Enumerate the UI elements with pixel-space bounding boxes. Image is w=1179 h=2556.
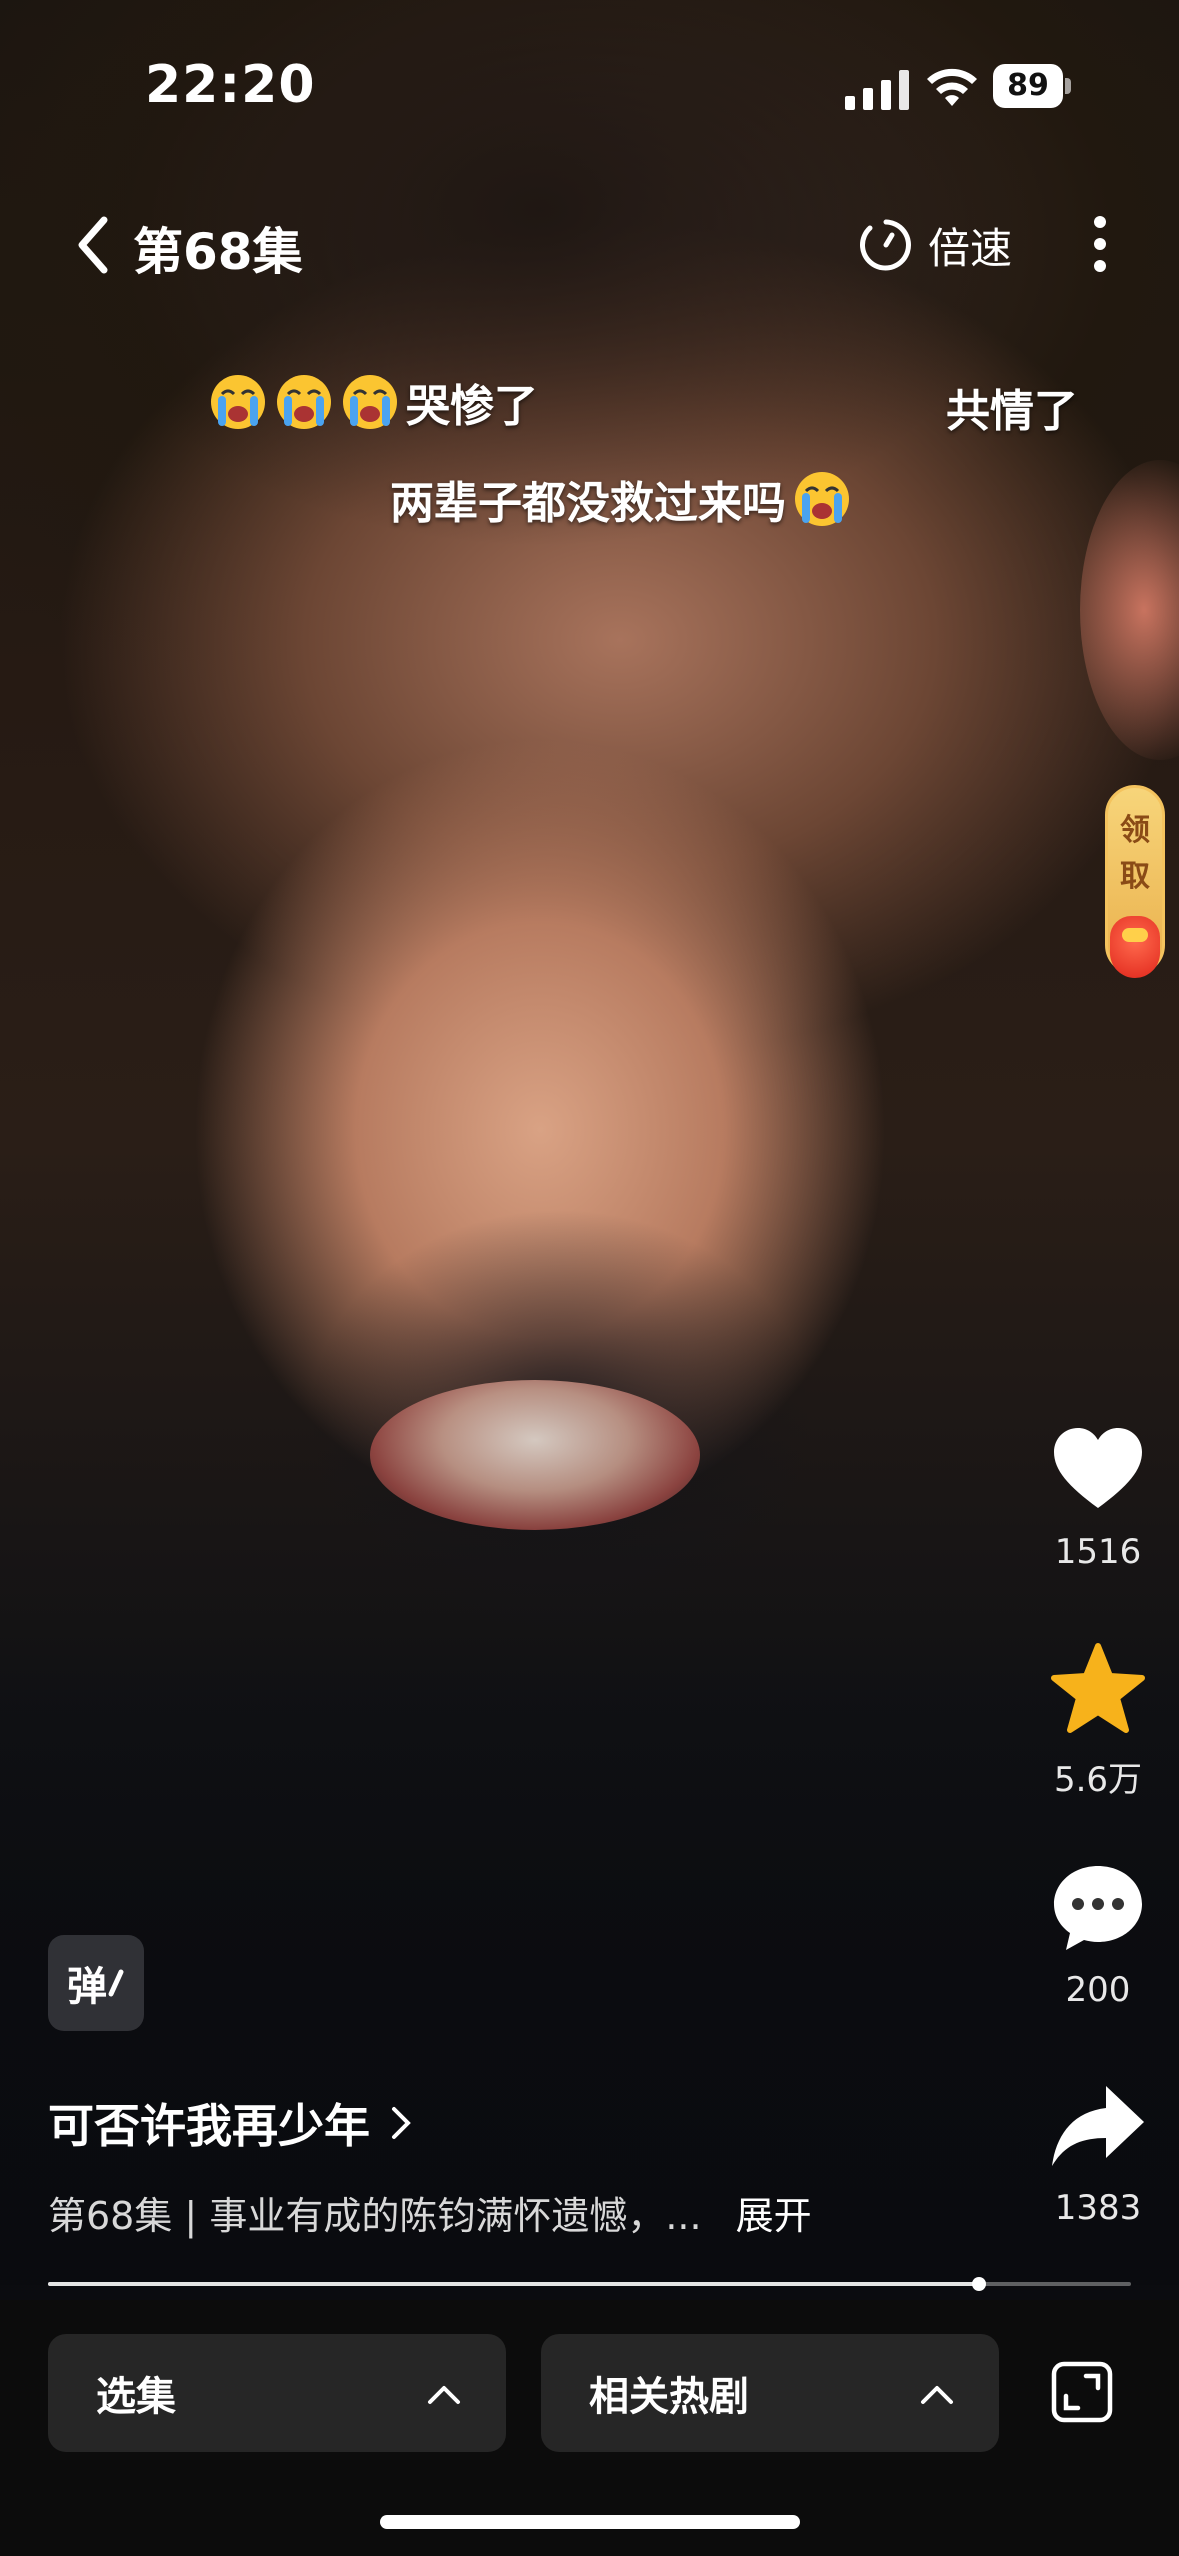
crying-face-icon: [211, 375, 265, 429]
comment-button[interactable]: 200: [1030, 1858, 1166, 2010]
episode-selector-button[interactable]: 选集: [48, 2334, 506, 2452]
danmaku-text: 哭惨了: [406, 381, 538, 432]
chevron-right-icon: [392, 2107, 411, 2139]
speed-dial-icon: [860, 219, 911, 271]
like-button[interactable]: 1516: [1030, 1420, 1166, 1572]
video-player[interactable]: [0, 0, 1179, 2285]
status-time: 22:20: [145, 55, 316, 115]
wifi-icon: [927, 68, 977, 106]
crying-face-icon: [795, 472, 849, 526]
chevron-up-icon: [921, 2386, 953, 2404]
heart-icon: [1054, 1428, 1142, 1508]
episode-selector-label: 选集: [96, 2374, 176, 2420]
red-envelope-icon: [1110, 916, 1160, 978]
episode-title: 第68集: [133, 223, 303, 281]
danmaku-toggle-label: 弹: [67, 1964, 107, 2010]
share-button[interactable]: 1383: [1030, 2076, 1166, 2228]
reward-label-2: 取: [1120, 859, 1150, 894]
comment-bubble-icon: [1054, 1866, 1142, 1950]
more-options-icon[interactable]: [1080, 214, 1120, 274]
share-arrow-icon: [1052, 2086, 1144, 2166]
comment-count: 200: [1065, 1970, 1131, 2010]
chevron-up-icon: [428, 2386, 460, 2404]
fullscreen-icon[interactable]: [1050, 2360, 1114, 2424]
playback-progress-bar[interactable]: [48, 2277, 1131, 2291]
playback-speed-button[interactable]: 倍速: [858, 212, 1012, 278]
video-frame-smile: [370, 1380, 700, 1530]
cellular-signal-icon: [845, 68, 909, 110]
danmaku-toggle-button[interactable]: 弹: [48, 1935, 144, 2031]
danmaku-text: 两辈子都没救过来吗: [390, 478, 786, 529]
gold-ingot-icon: [1122, 928, 1148, 942]
progress-handle[interactable]: [972, 2277, 987, 2291]
description-text: 第68集 | 事业有成的陈钧满怀遗憾，...: [48, 2194, 702, 2238]
battery-level: 89: [993, 64, 1063, 108]
danmaku-comment: 共情了: [946, 375, 1078, 439]
favorite-button[interactable]: 5.6万: [1030, 1640, 1166, 1801]
related-dramas-button[interactable]: 相关热剧: [541, 2334, 999, 2452]
home-indicator[interactable]: [380, 2515, 800, 2529]
crying-face-icon: [343, 375, 397, 429]
expand-button[interactable]: 展开: [736, 2194, 812, 2238]
crying-face-icon: [277, 375, 331, 429]
danmaku-comment: 哭惨了: [208, 370, 538, 434]
pen-slash-icon: [108, 1969, 124, 1997]
danmaku-comment: 两辈子都没救过来吗: [390, 467, 858, 531]
drama-title: 可否许我再少年: [48, 2099, 370, 2153]
top-nav: 第68集 倍速: [0, 200, 1179, 290]
progress-fill: [48, 2282, 980, 2286]
episode-description: 第68集 | 事业有成的陈钧满怀遗憾，... 展开: [48, 2185, 812, 2240]
related-dramas-label: 相关热剧: [589, 2374, 749, 2420]
share-count: 1383: [1054, 2188, 1142, 2228]
reward-label-1: 领: [1120, 813, 1150, 848]
drama-title-link[interactable]: 可否许我再少年: [48, 2090, 414, 2156]
star-icon: [1051, 1643, 1145, 1733]
danmaku-text: 共情了: [946, 386, 1078, 437]
claim-reward-button[interactable]: 领 取: [1105, 785, 1165, 978]
status-bar: 22:20 89: [0, 0, 1179, 150]
speed-label: 倍速: [928, 223, 1013, 273]
favorite-count: 5.6万: [1053, 1760, 1143, 1800]
back-arrow-icon[interactable]: [70, 210, 120, 280]
like-count: 1516: [1054, 1532, 1142, 1572]
reward-label: 领 取: [1108, 808, 1162, 900]
battery-icon: 89: [993, 64, 1073, 108]
